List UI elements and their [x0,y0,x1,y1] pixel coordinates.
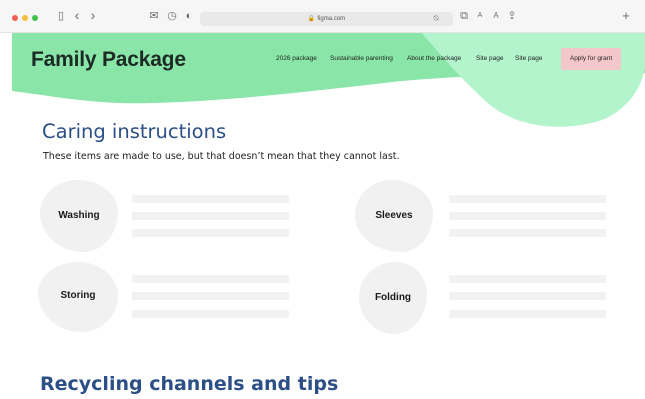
placeholder-line [449,212,606,220]
brand-logo[interactable]: Family Package [31,48,186,72]
care-card-label: Sleeves [375,210,413,221]
care-card-label: Storing [60,290,96,301]
placeholder-line [449,275,606,283]
back-icon[interactable]: ‹ [72,8,82,23]
care-card-label: Washing [58,210,100,221]
nav-link-site-page-2[interactable]: Site page [515,55,542,62]
placeholder-line [132,275,289,283]
caring-instructions-subtitle: These items are made to use, but that do… [43,151,400,162]
reader-icon[interactable]: ⍉ [430,12,442,26]
font-smaller-icon[interactable]: A [475,9,485,23]
care-card-label: Folding [374,292,412,303]
placeholder-line [449,292,606,300]
font-larger-icon[interactable]: A [491,9,501,23]
mail-icon[interactable]: ✉ [148,9,160,23]
lock-icon: 🔒 [307,16,316,22]
placeholder-line [132,212,289,220]
care-card-storing[interactable]: Storing [38,262,118,332]
care-card-washing[interactable]: Washing [40,180,118,252]
url-text: figma.com [317,16,346,22]
placeholder-line [132,229,289,237]
care-card-folding[interactable]: Folding [359,262,427,334]
share-icon[interactable]: ⇪ [506,9,518,23]
placeholder-line [449,229,606,237]
close-window-button[interactable] [12,15,18,21]
address-bar[interactable]: 🔒 figma.com ⍉ [200,12,453,26]
caring-instructions-heading: Caring instructions [42,120,227,143]
minimize-window-button[interactable] [22,15,28,21]
sidebar-icon[interactable]: ▯ [55,9,67,23]
apply-for-grant-button[interactable]: Apply for grant [561,48,621,70]
history-icon[interactable]: ◷ [166,9,178,23]
browser-toolbar: ▯ ‹ › ✉ ◷ ◐ 🔒 figma.com ⍉ ⧉ A A ⇪ + [0,0,645,33]
forward-icon[interactable]: › [88,8,98,23]
care-card-sleeves[interactable]: Sleeves [355,180,433,252]
placeholder-line [449,310,606,318]
nav-link-site-page-1[interactable]: Site page [476,55,503,62]
site-header: Family Package 2026 package Sustainable … [12,33,645,133]
nav-link-2026-package[interactable]: 2026 package [276,55,317,62]
shield-icon[interactable]: ◐ [183,9,195,23]
tabs-overview-icon[interactable]: ⧉ [458,9,470,23]
zoom-window-button[interactable] [32,15,38,21]
recycling-heading: Recycling channels and tips [40,373,339,395]
placeholder-line [132,195,289,203]
new-tab-icon[interactable]: + [620,9,632,23]
nav-link-sustainable-parenting[interactable]: Sustainable parenting [330,55,393,62]
placeholder-line [132,310,289,318]
placeholder-line [449,195,606,203]
nav-link-about-package[interactable]: About the package [407,55,461,62]
placeholder-line [132,292,289,300]
